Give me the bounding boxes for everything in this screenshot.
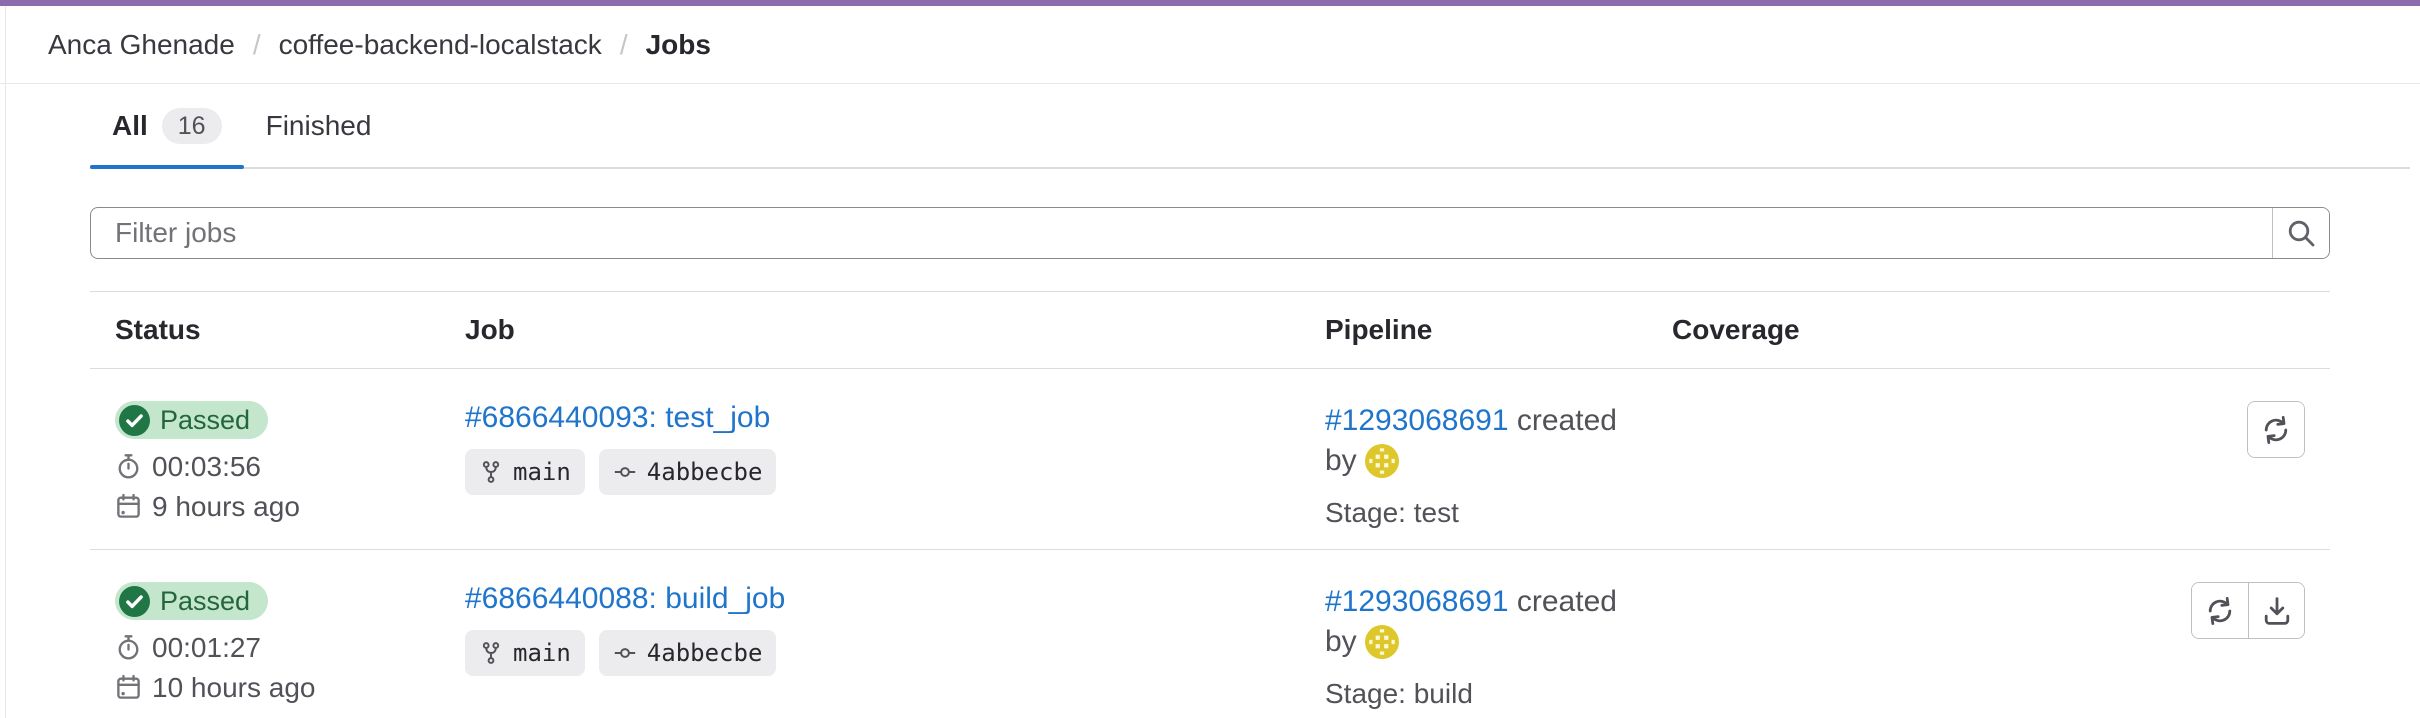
jobs-filter-bar	[90, 207, 2330, 259]
header-coverage: Coverage	[1672, 314, 2012, 346]
actions-cell	[2012, 582, 2330, 639]
jobs-tabs: All 16 Finished	[90, 84, 2410, 169]
breadcrumb-group-link[interactable]: Anca Ghenade	[48, 29, 235, 61]
breadcrumb: Anca Ghenade / coffee-backend-localstack…	[0, 6, 2420, 84]
content-left-divider	[5, 6, 6, 718]
filter-jobs-input[interactable]	[91, 208, 2272, 258]
commit-sha-badge[interactable]: 4abbecbe	[599, 630, 777, 676]
status-badge[interactable]: Passed	[115, 401, 268, 439]
table-row: Passed 00:01:27	[90, 550, 2330, 718]
job-duration: 00:03:56	[115, 451, 465, 483]
tab-finished-label: Finished	[266, 110, 372, 142]
job-link[interactable]: #6866440088: build_job	[465, 582, 785, 615]
calendar-icon	[115, 674, 142, 701]
download-artifacts-button[interactable]	[2248, 583, 2304, 638]
header-job: Job	[465, 314, 1325, 346]
pipeline-stage: Stage: test	[1325, 497, 1672, 529]
calendar-icon	[115, 493, 142, 520]
retry-job-button[interactable]	[2192, 583, 2248, 638]
retry-job-button[interactable]	[2248, 402, 2304, 457]
header-status: Status	[115, 314, 465, 346]
job-age: 9 hours ago	[115, 491, 465, 523]
status-success-icon	[119, 586, 150, 617]
branch-icon	[479, 641, 503, 665]
table-row: Passed 00:03:56	[90, 369, 2330, 550]
breadcrumb-separator: /	[253, 29, 261, 61]
timer-icon	[115, 453, 142, 480]
header-pipeline: Pipeline	[1325, 314, 1672, 346]
job-cell: #6866440088: build_job main	[465, 582, 1325, 676]
jobs-table: Status Job Pipeline Coverage Passed	[90, 291, 2330, 718]
commit-icon	[613, 641, 637, 665]
tab-all-count-badge: 16	[162, 108, 222, 144]
pipeline-cell: #1293068691 created by Stage: te	[1325, 401, 1672, 529]
job-duration: 00:01:27	[115, 632, 465, 664]
retry-icon	[2204, 595, 2236, 627]
status-badge-label: Passed	[160, 586, 250, 617]
status-cell: Passed 00:01:27	[115, 582, 465, 704]
search-icon	[2285, 217, 2317, 249]
pipeline-cell: #1293068691 created by Stage: bu	[1325, 582, 1672, 710]
commit-icon	[613, 460, 637, 484]
tab-finished[interactable]: Finished	[244, 84, 394, 167]
download-icon	[2261, 595, 2293, 627]
breadcrumb-separator: /	[620, 29, 628, 61]
pipeline-creator-avatar[interactable]	[1365, 444, 1399, 478]
actions-cell	[2012, 401, 2330, 458]
pipeline-link[interactable]: #1293068691	[1325, 585, 1509, 618]
search-button[interactable]	[2272, 208, 2329, 258]
branch-icon	[479, 460, 503, 484]
ref-badge[interactable]: main	[465, 449, 585, 495]
status-badge-label: Passed	[160, 405, 250, 436]
ref-badge[interactable]: main	[465, 630, 585, 676]
tab-all[interactable]: All 16	[90, 84, 244, 167]
timer-icon	[115, 634, 142, 661]
breadcrumb-current-page: Jobs	[646, 29, 711, 61]
pipeline-creator-avatar[interactable]	[1365, 625, 1399, 659]
pipeline-stage: Stage: build	[1325, 678, 1672, 710]
jobs-table-header: Status Job Pipeline Coverage	[90, 292, 2330, 369]
status-cell: Passed 00:03:56	[115, 401, 465, 523]
status-badge[interactable]: Passed	[115, 582, 268, 620]
pipeline-link[interactable]: #1293068691	[1325, 404, 1509, 437]
retry-icon	[2260, 414, 2292, 446]
job-link[interactable]: #6866440093: test_job	[465, 401, 770, 434]
breadcrumb-project-link[interactable]: coffee-backend-localstack	[279, 29, 602, 61]
status-success-icon	[119, 405, 150, 436]
tab-all-label: All	[112, 110, 148, 142]
job-cell: #6866440093: test_job main	[465, 401, 1325, 495]
job-age: 10 hours ago	[115, 672, 465, 704]
commit-sha-badge[interactable]: 4abbecbe	[599, 449, 777, 495]
